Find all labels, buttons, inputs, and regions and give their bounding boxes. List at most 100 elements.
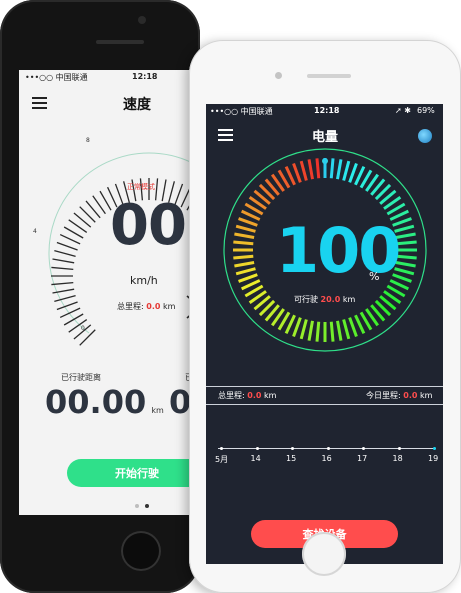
battery-tick xyxy=(348,317,358,337)
timeline-label: 5月 xyxy=(215,455,229,464)
home-button[interactable] xyxy=(121,531,161,571)
battery-tick xyxy=(396,240,417,246)
page-title: 电量 xyxy=(312,130,339,145)
camera xyxy=(138,16,146,24)
home-button[interactable] xyxy=(302,532,346,576)
back-phone: •••○○ 中国联通 12:18 速度 8 4 0 正常模式 00 km/h 总… xyxy=(0,0,200,593)
battery-tick xyxy=(292,163,302,183)
battery-percent: 69% xyxy=(417,106,435,115)
timeline-label: 19 xyxy=(428,454,439,463)
battery-tick xyxy=(299,319,308,340)
timeline-dot xyxy=(433,447,436,450)
today-mileage: 今日里程: 0.0 km xyxy=(366,390,432,401)
menu-icon[interactable] xyxy=(32,97,47,109)
distance-unit: km xyxy=(151,406,164,415)
range-value: 20.0 xyxy=(320,295,341,304)
mode-label: 正常模式 xyxy=(127,183,155,191)
battery-tick xyxy=(233,254,254,260)
battery-tick xyxy=(342,160,351,181)
carrier-label: •••○○ 中国联通 xyxy=(210,107,273,116)
distance-value: 00.00 km xyxy=(45,383,164,421)
battery-tick xyxy=(329,321,335,342)
speed-tick xyxy=(56,241,78,251)
speed-screen: •••○○ 中国联通 12:18 速度 8 4 0 正常模式 00 km/h 总… xyxy=(19,70,200,515)
status-bar: •••○○ 中国联通 12:18 xyxy=(19,70,200,84)
battery-tick xyxy=(233,240,254,246)
page-dot-2[interactable] xyxy=(145,504,149,508)
camera xyxy=(275,72,282,79)
start-riding-button[interactable]: 开始行驶 xyxy=(67,459,200,487)
tick-label-8: 8 xyxy=(86,137,90,144)
timeline-label: 17 xyxy=(357,454,368,463)
total-mileage-unit: km xyxy=(162,302,176,311)
speed-tick xyxy=(51,281,74,286)
total-mileage-value: 0.0 xyxy=(146,302,161,311)
battery-tick xyxy=(348,163,358,183)
speed-tick xyxy=(54,250,76,257)
total-mileage-label: 总里程: xyxy=(218,391,245,400)
battery-tick xyxy=(234,232,255,239)
tick-label-0: 0 xyxy=(81,325,85,332)
second-stat-value: 0 xyxy=(169,383,192,421)
battery-tick xyxy=(396,254,417,260)
battery-tick xyxy=(234,261,255,268)
timeline-dot xyxy=(362,447,365,450)
distance-number: 00.00 xyxy=(45,383,147,421)
battery-icon: ➚ ✱ xyxy=(395,106,411,115)
battery-tick xyxy=(329,158,335,179)
battery-tick xyxy=(292,317,302,337)
total-mileage-label: 总里程: xyxy=(117,302,144,311)
today-mileage-label: 今日里程: xyxy=(366,391,401,400)
speedometer-gauge xyxy=(48,152,200,346)
battery-tick xyxy=(235,267,256,276)
timeline-label: 15 xyxy=(286,454,297,463)
carrier-label: •••○○ 中国联通 xyxy=(25,73,88,82)
page-dot-1[interactable] xyxy=(135,504,139,508)
timeline-dot xyxy=(326,447,330,450)
speed-tick xyxy=(59,307,81,319)
total-mileage: 总里程: 0.0 km xyxy=(117,301,175,312)
clock-label: 12:18 xyxy=(314,106,340,115)
timeline-label: 16 xyxy=(321,454,332,463)
battery-tick xyxy=(238,273,258,283)
range-label: 可行驶 xyxy=(294,295,318,304)
earpiece xyxy=(96,40,144,44)
today-mileage-unit: km xyxy=(419,391,433,400)
battery-tick xyxy=(238,217,258,227)
timeline-dot xyxy=(255,447,259,450)
clock-label: 12:18 xyxy=(132,72,158,81)
battery-percent-value: 100 xyxy=(276,214,401,287)
battery-tick xyxy=(336,320,343,341)
speed-tick xyxy=(51,266,74,271)
battery-tick xyxy=(307,320,314,341)
device-status-icon[interactable] xyxy=(418,129,432,143)
divider-bottom xyxy=(206,404,443,405)
battery-tick xyxy=(315,321,321,342)
speed-tick xyxy=(59,233,81,245)
battery-tick xyxy=(336,159,343,180)
total-mileage-value: 0.0 xyxy=(247,391,262,400)
timeline-dot xyxy=(291,447,294,450)
battery-tick xyxy=(307,159,314,180)
total-mileage: 总里程: 0.0 km xyxy=(218,390,276,401)
battery-tick xyxy=(235,224,256,233)
status-bar: •••○○ 中国联通 12:18 ➚ ✱ 69% xyxy=(206,104,443,118)
distance-label: 已行驶距离 xyxy=(61,373,101,382)
page-title: 速度 xyxy=(123,97,151,113)
timeline-dot xyxy=(397,447,401,450)
battery-tick xyxy=(299,160,308,181)
speed-unit: km/h xyxy=(130,274,158,287)
tick-label-4: 4 xyxy=(33,228,37,235)
speed-tick xyxy=(54,295,76,302)
total-mileage-unit: km xyxy=(263,391,277,400)
battery-tick xyxy=(342,319,351,340)
speed-tick xyxy=(56,301,78,311)
earpiece xyxy=(307,74,351,78)
front-phone: •••○○ 中国联通 12:18 ➚ ✱ 69% 电量 100 % 可行驶 20… xyxy=(189,40,461,593)
battery-percent-sign: % xyxy=(369,270,380,283)
today-mileage-value: 0.0 xyxy=(403,391,418,400)
battery-screen: •••○○ 中国联通 12:18 ➚ ✱ 69% 电量 100 % 可行驶 20… xyxy=(206,104,443,564)
range-unit: km xyxy=(342,295,356,304)
menu-icon[interactable] xyxy=(218,129,233,141)
divider-top xyxy=(206,386,443,387)
